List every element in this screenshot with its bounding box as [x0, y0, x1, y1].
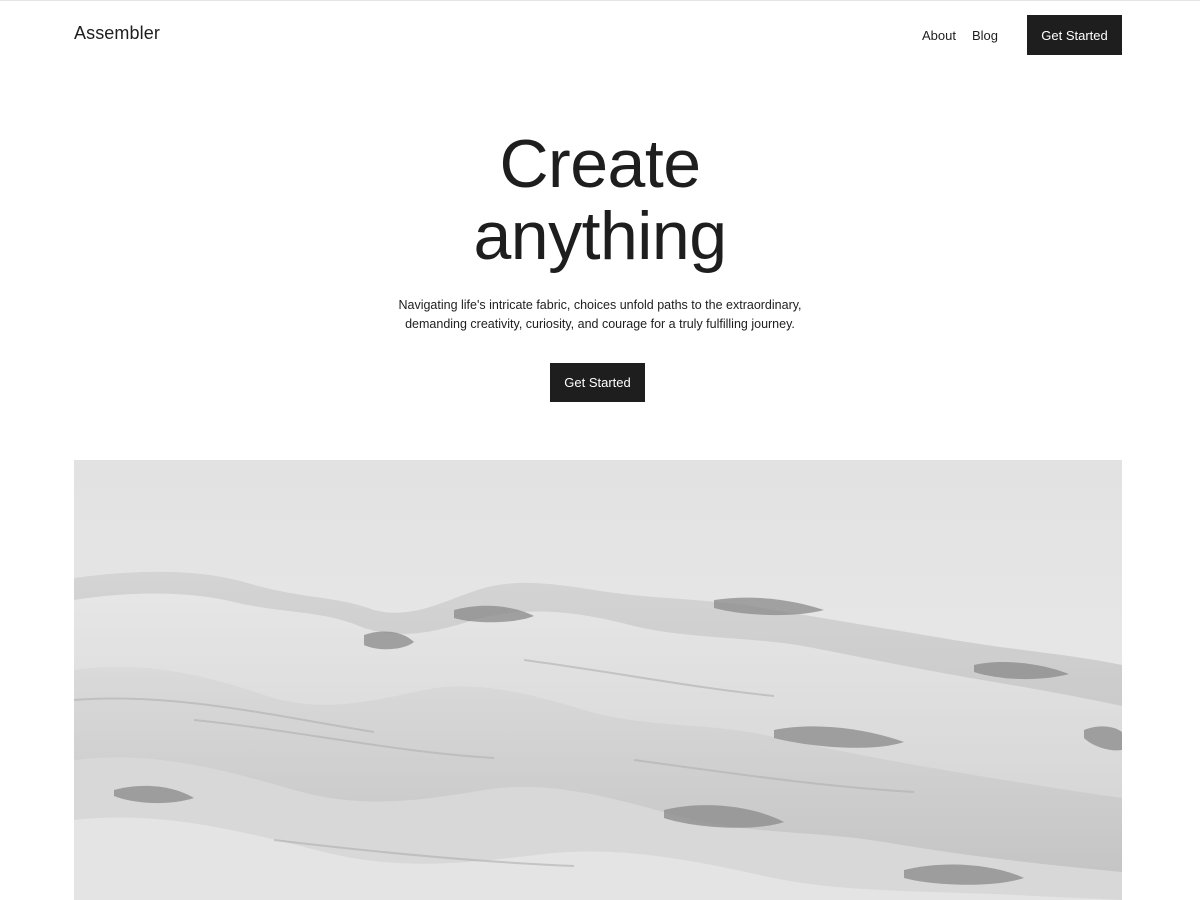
- top-border: [0, 0, 1200, 1]
- hero-subtitle-line-1: Navigating life's intricate fabric, choi…: [398, 298, 802, 312]
- main-nav: About Blog Get Started: [922, 15, 1122, 55]
- hero-title: Create anything: [0, 128, 1200, 272]
- hero-title-line-1: Create: [499, 126, 701, 202]
- hero-title-line-2: anything: [473, 198, 727, 274]
- hero-get-started-button[interactable]: Get Started: [550, 363, 645, 402]
- hero-subtitle-line-2: demanding creativity, curiosity, and cou…: [405, 317, 795, 331]
- nav-link-blog[interactable]: Blog: [972, 28, 998, 43]
- sand-dunes-illustration: [74, 460, 1122, 900]
- site-header: Assembler About Blog Get Started: [74, 15, 1122, 55]
- nav-link-about[interactable]: About: [922, 28, 956, 43]
- site-logo[interactable]: Assembler: [74, 23, 160, 44]
- hero-image-sand-dunes: [74, 460, 1122, 900]
- hero-subtitle: Navigating life's intricate fabric, choi…: [350, 296, 850, 334]
- header-get-started-button[interactable]: Get Started: [1027, 15, 1122, 55]
